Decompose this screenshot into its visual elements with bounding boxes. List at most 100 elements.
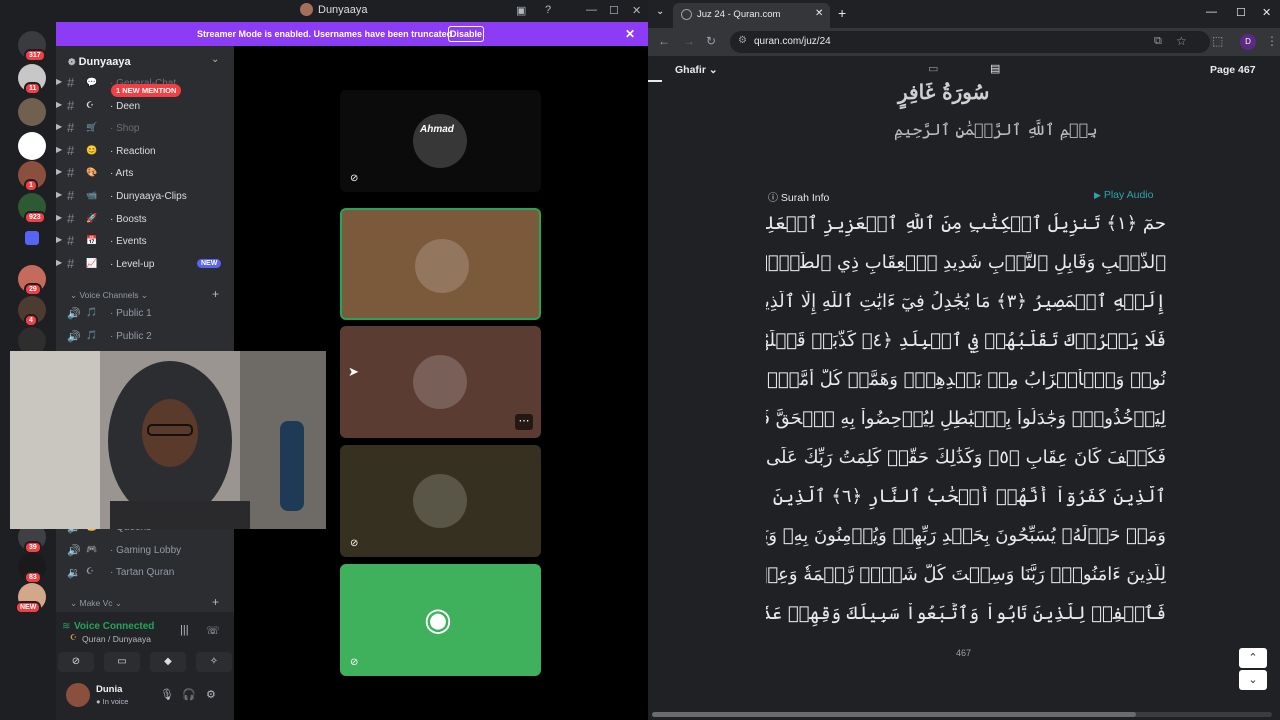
webcam-person-image	[10, 351, 326, 529]
profile-avatar[interactable]: D	[1240, 34, 1256, 50]
channel-item[interactable]: ▶ # 📅 · Events	[56, 232, 234, 252]
inbox-icon[interactable]: ▣	[516, 4, 526, 17]
category-make-vc[interactable]: ⌄ Make Vc ⌄	[70, 598, 122, 609]
channel-emoji-icon: 🎵	[86, 307, 98, 317]
translation-mode-icon[interactable]: ▭	[928, 62, 938, 75]
new-tab-icon[interactable]: +	[838, 5, 846, 21]
activities-button[interactable]: ◆	[150, 652, 186, 672]
tab-search-icon[interactable]: ⌄	[656, 6, 664, 17]
participant-tile[interactable]: ◉ ⊘	[340, 564, 541, 676]
camera-off-button[interactable]: ⊘	[58, 652, 94, 672]
voice-channel-item[interactable]: 🔊 🎮 · Gaming Lobby	[56, 541, 234, 561]
verse-line: فَلَا يَغۡرُرۡكَ تَقَلُّبُهُمۡ فِي ٱلۡبِ…	[766, 330, 1166, 351]
help-icon[interactable]: ?	[545, 4, 551, 16]
server-name[interactable]: ❁ Dunyaaya	[68, 56, 131, 68]
bookmark-star-icon[interactable]: ☆	[1176, 34, 1187, 48]
play-icon: ▶	[1094, 190, 1101, 200]
discord-titlebar: Dunyaaya ▣ ? — ☐ ✕	[0, 0, 648, 22]
participant-tile[interactable]: Ahmad ⊘	[340, 90, 541, 192]
participant-tile[interactable]: ⋯	[340, 326, 541, 438]
new-mention-pill[interactable]: 1 NEW MENTION	[111, 84, 182, 97]
url-text[interactable]: quran.com/juz/24	[754, 36, 831, 47]
close-icon[interactable]: ✕	[1262, 6, 1271, 19]
close-icon[interactable]: ✕	[632, 4, 641, 17]
minimize-icon[interactable]: —	[586, 4, 597, 16]
channel-item[interactable]: ▶ # 🎨 · Arts	[56, 164, 234, 184]
server-icon[interactable]	[25, 231, 39, 245]
soundboard-button[interactable]: ✧	[196, 652, 232, 672]
participant-tile[interactable]	[340, 208, 541, 320]
channel-item[interactable]: ▶ # 🛒 · Shop	[56, 119, 234, 139]
avatar[interactable]	[66, 683, 90, 707]
surah-selector[interactable]: Ghafir ⌄	[675, 64, 718, 76]
maximize-icon[interactable]: ☐	[609, 4, 619, 17]
forward-icon[interactable]: →	[683, 34, 695, 48]
verse-line: ٱلذَّنۢبِ وَقَابِلِ ٱلتَّوۡبِ شَدِيدِ ٱل…	[766, 252, 1166, 273]
collapse-arrow-icon[interactable]: ▶	[56, 167, 62, 176]
verse-line: حمٓ ﴿١﴾ تَنزِيلُ ٱلۡكِتَٰبِ مِنَ ٱللَّهِ…	[766, 213, 1166, 234]
chevron-down-icon[interactable]: ⌄	[211, 54, 219, 65]
voice-room[interactable]: Quran / Dunyaaya	[82, 634, 151, 644]
voice-channel-item[interactable]: 🔊 🎵 · Public 1	[56, 304, 234, 324]
channel-item[interactable]: ▶ # 📈 · Level-up NEW	[56, 255, 234, 275]
collapse-arrow-icon[interactable]: ▶	[56, 258, 62, 267]
hash-icon: #	[67, 210, 75, 226]
channel-item[interactable]: ▶ # 😊 · Reaction	[56, 142, 234, 162]
install-app-icon[interactable]: ⧉	[1154, 35, 1162, 48]
quran-page: Ghafir ⌄ ▭ ▤ Page 467 سُورَةُ غَافِرٍ بِ…	[648, 56, 1280, 720]
channel-label: · Gaming Lobby	[110, 544, 182, 556]
channel-item[interactable]: ▶ # ☪ · Deen	[56, 97, 234, 117]
play-audio-button[interactable]: ▶ Play Audio	[1094, 189, 1153, 201]
noise-suppression-icon[interactable]: |||	[180, 624, 189, 636]
server-badge: NEW	[15, 601, 42, 614]
collapse-arrow-icon[interactable]: ▶	[56, 145, 62, 154]
maximize-icon[interactable]: ☐	[1236, 6, 1246, 19]
channel-emoji-icon: 🎨	[86, 167, 98, 178]
collapse-arrow-icon[interactable]: ▶	[56, 122, 62, 131]
participant-tile[interactable]: ⊘	[340, 445, 541, 557]
avatar	[415, 239, 469, 293]
browser-tab[interactable]: Juz 24 - Quran.com ✕	[673, 3, 830, 28]
more-options-icon[interactable]: ⋯	[515, 414, 533, 430]
hash-icon: #	[67, 188, 75, 203]
minimize-icon[interactable]: —	[1206, 6, 1217, 18]
scrollbar-thumb[interactable]	[652, 712, 1136, 717]
gear-icon[interactable]: ⚙	[206, 688, 216, 701]
close-tab-icon[interactable]: ✕	[815, 8, 823, 19]
extensions-icon[interactable]: ⬚	[1212, 34, 1223, 48]
voice-channel-item[interactable]: 🔊 🎵 · Public 2	[56, 327, 234, 347]
menu-icon[interactable]: ⋮	[1266, 34, 1278, 48]
reading-mode-icon[interactable]: ▤	[990, 62, 1000, 75]
add-channel-icon[interactable]: +	[212, 595, 219, 609]
surah-info-button[interactable]: ⓘ Surah Info	[768, 189, 829, 204]
server-avatar-icon	[300, 3, 313, 16]
reload-icon[interactable]: ↻	[706, 34, 716, 48]
headphones-icon[interactable]: 🎧	[182, 688, 196, 701]
scroll-down-button[interactable]: ⌄	[1239, 670, 1267, 690]
window-title: Dunyaaya	[300, 3, 368, 16]
collapse-arrow-icon[interactable]: ▶	[56, 77, 62, 86]
scroll-up-button[interactable]: ⌃	[1239, 648, 1267, 668]
close-icon[interactable]: ✕	[625, 27, 635, 41]
horizontal-scrollbar[interactable]	[652, 712, 1272, 717]
category-voice-channels[interactable]: ⌄ Voice Channels ⌄	[70, 290, 148, 301]
server-icon[interactable]	[18, 98, 46, 126]
disconnect-icon[interactable]: ☏	[206, 624, 220, 637]
address-bar[interactable]: ⚙ quran.com/juz/24 ⧉ ☆	[730, 31, 1210, 53]
server-icon[interactable]	[18, 132, 46, 160]
site-info-icon[interactable]: ⚙	[738, 35, 747, 46]
collapse-arrow-icon[interactable]: ▶	[56, 213, 62, 222]
channel-item[interactable]: ▶ # 📹 · Dunyaaya-Clips	[56, 187, 234, 207]
collapse-arrow-icon[interactable]: ▶	[56, 190, 62, 199]
collapse-arrow-icon[interactable]: ▶	[56, 235, 62, 244]
speaker-icon: 🔉	[67, 567, 81, 580]
channel-item[interactable]: ▶ # 🚀 · Boosts	[56, 210, 234, 230]
screen-share-button[interactable]: ▭	[104, 652, 140, 672]
disable-streamer-button[interactable]: Disable	[448, 26, 484, 42]
back-icon[interactable]: ←	[658, 34, 670, 48]
voice-channel-item[interactable]: 🔉 ☪ · Tartan Quran	[56, 563, 234, 583]
collapse-arrow-icon[interactable]: ▶	[56, 100, 62, 109]
add-channel-icon[interactable]: +	[212, 287, 219, 301]
microphone-icon[interactable]: 🎙	[160, 688, 174, 701]
voice-status[interactable]: Voice Connected	[74, 621, 154, 632]
